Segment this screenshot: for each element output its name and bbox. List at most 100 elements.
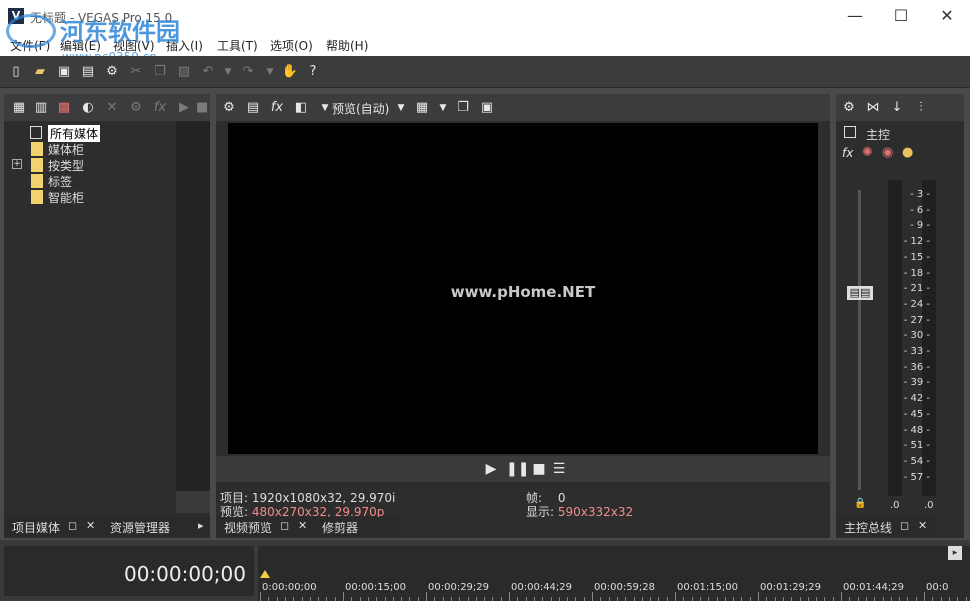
stop-icon[interactable]: ■ xyxy=(196,99,208,117)
project-media-toolbar: ▦ ▥ ▩ ◐ ✕ ⚙ fx ▶ ■ xyxy=(4,94,210,121)
meter-scale-label: - 21 - xyxy=(903,283,930,295)
new-file-icon[interactable]: ▯ xyxy=(7,63,25,81)
preview-quality-select[interactable]: 预览(自动) xyxy=(332,100,389,117)
close-tab-icon[interactable]: ✕ xyxy=(918,519,927,532)
mixer-icon[interactable]: ⫶ xyxy=(912,99,930,117)
pause-icon[interactable]: ❚❚ xyxy=(506,460,529,478)
undock-icon[interactable]: ◻ xyxy=(900,519,909,532)
stop-icon[interactable]: ■ xyxy=(530,460,548,478)
play-icon[interactable]: ▶ xyxy=(175,99,193,117)
import-media-icon[interactable]: ▦ xyxy=(10,99,28,117)
remove-icon[interactable]: ✕ xyxy=(103,99,121,117)
redo-dropdown-icon[interactable]: ▼ xyxy=(261,63,279,81)
ruler-tick xyxy=(749,597,751,601)
watermark-text: 河东软件园 xyxy=(60,18,180,46)
master-fx-icon[interactable]: fx xyxy=(842,146,853,160)
master-settings-icon[interactable]: ⚙ xyxy=(840,99,858,117)
lock-icon[interactable]: 🔒 xyxy=(854,498,866,509)
close-tab-icon[interactable]: ✕ xyxy=(86,519,95,532)
time-ruler[interactable]: ▸ 0:00:00;00 00:00:15;00 00:00:29;29 00:00:… xyxy=(258,546,970,601)
media-fx-icon[interactable]: fx xyxy=(151,99,169,117)
timecode-display[interactable]: 00:00:00;00 xyxy=(4,546,254,596)
menu-options[interactable]: 选项(O) xyxy=(270,37,313,54)
undo-icon[interactable]: ↶ xyxy=(199,63,217,81)
tree-item-label: 按类型 xyxy=(48,159,85,173)
ruler-tick xyxy=(782,597,784,601)
tree-item-tags[interactable]: 标签 xyxy=(4,173,174,189)
meter-scale-label: - 51 - xyxy=(903,440,930,452)
tree-item-label: 所有媒体 xyxy=(48,125,101,142)
menu-tools[interactable]: 工具(T) xyxy=(217,37,258,54)
minimize-button[interactable]: — xyxy=(832,0,878,34)
cut-icon[interactable]: ✂ xyxy=(127,63,145,81)
copy-snapshot-icon[interactable]: ❐ xyxy=(454,99,472,117)
preview-transport: ▶ ❚❚ ■ ☰ xyxy=(216,456,830,482)
video-display[interactable]: www.pHome.NET xyxy=(228,123,818,454)
video-fx-icon[interactable]: fx xyxy=(268,99,286,117)
close-tab-icon[interactable]: ✕ xyxy=(298,519,307,532)
tab-master-bus[interactable]: 主控总线 xyxy=(844,519,892,536)
tab-trimmer[interactable]: 修剪器 xyxy=(322,519,358,536)
tab-project-media[interactable]: 项目媒体 xyxy=(12,519,60,536)
record-icon[interactable]: ◉ xyxy=(882,145,893,160)
save-as-icon[interactable]: ▤ xyxy=(79,63,97,81)
paste-icon[interactable]: ▨ xyxy=(175,63,193,81)
tab-video-preview[interactable]: 视频预览 xyxy=(224,519,272,536)
tree-item-by-type[interactable]: + 按类型 xyxy=(4,157,174,173)
expand-toggle[interactable]: + xyxy=(12,159,22,169)
redo-icon[interactable]: ↷ xyxy=(239,63,257,81)
external-monitor-icon[interactable]: ▤ xyxy=(244,99,262,117)
save-icon[interactable]: ▣ xyxy=(55,63,73,81)
close-button[interactable]: ✕ xyxy=(924,0,970,34)
capture-video-icon[interactable]: ▥ xyxy=(32,99,50,117)
hand-tool-icon[interactable]: ✋ xyxy=(281,63,299,81)
split-screen-icon[interactable]: ◧ xyxy=(292,99,310,117)
watermark-logo-icon xyxy=(6,14,56,48)
dim-output-icon[interactable]: ↓ xyxy=(888,99,906,117)
tree-item-label: 媒体柜 xyxy=(48,143,85,157)
preview-settings-icon[interactable]: ⚙ xyxy=(220,99,238,117)
solo-icon[interactable]: ● xyxy=(902,145,913,160)
display-label: 显示: xyxy=(526,505,555,519)
marker-icon[interactable] xyxy=(260,570,270,578)
ruler-tick xyxy=(766,597,768,601)
properties-gear-icon[interactable]: ⚙ xyxy=(103,63,121,81)
tree-item-media-bin[interactable]: 媒体柜 xyxy=(4,141,174,157)
ruler-tick xyxy=(708,597,710,601)
ruler-tick xyxy=(500,597,502,601)
save-snapshot-icon[interactable]: ▣ xyxy=(478,99,496,117)
media-properties-icon[interactable]: ⚙ xyxy=(127,99,145,117)
media-generator-icon[interactable]: ◐ xyxy=(79,99,97,117)
ruler-tick xyxy=(932,597,934,601)
menu-help[interactable]: 帮助(H) xyxy=(326,37,368,54)
mute-icon[interactable]: ✺ xyxy=(862,145,873,160)
tree-item-smart-bins[interactable]: 智能柜 xyxy=(4,189,174,205)
master-bus-toolbar: ⚙ ⋈ ↓ ⫶ xyxy=(836,94,964,121)
undo-dropdown-icon[interactable]: ▼ xyxy=(219,63,237,81)
tab-scroll-right-icon[interactable]: ▸ xyxy=(198,519,204,532)
get-media-from-web-icon[interactable]: ▩ xyxy=(55,99,73,117)
ruler-tick xyxy=(841,592,842,601)
expand-timeline-icon[interactable]: ▸ xyxy=(948,546,962,560)
whats-this-help-icon[interactable]: ? xyxy=(304,63,322,81)
tab-explorer[interactable]: 资源管理器 xyxy=(110,519,170,536)
overlays-dropdown-icon[interactable]: ▼ xyxy=(434,99,452,117)
master-volume-fader[interactable]: ▤▤ xyxy=(847,286,873,300)
ruler-label: 00:00:15;00 xyxy=(345,582,407,593)
tree-item-all-media[interactable]: 所有媒体 xyxy=(4,125,174,142)
downmix-icon[interactable]: ⋈ xyxy=(864,99,882,117)
quality-dropdown-icon[interactable]: ▼ xyxy=(392,99,410,117)
overlays-grid-icon[interactable]: ▦ xyxy=(413,99,431,117)
media-list-pane[interactable] xyxy=(176,121,210,491)
master-checkbox-icon[interactable] xyxy=(844,126,856,138)
ruler-tick xyxy=(384,597,386,601)
undock-icon[interactable]: ◻ xyxy=(280,519,289,532)
play-icon[interactable]: ▶ xyxy=(482,460,500,478)
meter-scale-label: - 57 - xyxy=(903,471,930,483)
meter-scale-label: - 27 - xyxy=(903,314,930,326)
maximize-button[interactable]: ☐ xyxy=(878,0,924,34)
copy-icon[interactable]: ❐ xyxy=(151,63,169,81)
undock-icon[interactable]: ◻ xyxy=(68,519,77,532)
open-folder-icon[interactable]: ▰ xyxy=(31,63,49,81)
transport-menu-icon[interactable]: ☰ xyxy=(550,460,568,478)
